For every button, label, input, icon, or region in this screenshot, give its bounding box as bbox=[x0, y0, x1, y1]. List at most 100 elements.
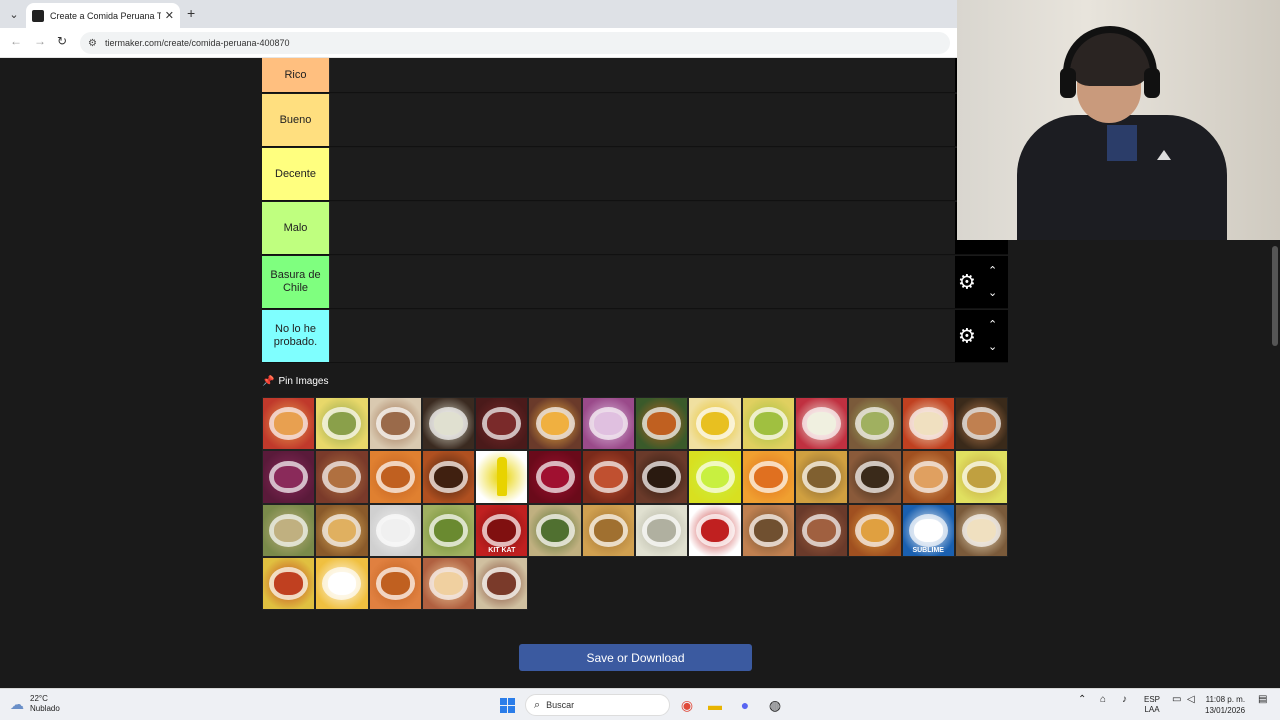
food-image-tile[interactable] bbox=[368, 503, 422, 557]
food-image-tile[interactable] bbox=[421, 397, 476, 451]
weather-desc: Nublado bbox=[30, 704, 60, 713]
tier-label[interactable]: Malo bbox=[262, 202, 329, 254]
food-image-tile[interactable] bbox=[901, 397, 955, 451]
food-image-tile[interactable]: KIT KAT bbox=[475, 503, 529, 557]
food-image-tile[interactable] bbox=[635, 450, 689, 504]
food-image-tile[interactable] bbox=[635, 503, 689, 557]
tier-drop-zone[interactable] bbox=[329, 202, 955, 254]
food-image-tile[interactable]: SUBLIME bbox=[901, 503, 955, 557]
food-image-tile[interactable] bbox=[848, 503, 902, 557]
chevron-down-icon[interactable]: ⌄ bbox=[988, 286, 997, 299]
tier-label[interactable]: Decente bbox=[262, 148, 329, 200]
tier-drop-zone[interactable] bbox=[329, 256, 955, 308]
food-image-tile[interactable] bbox=[794, 450, 849, 504]
obs-icon[interactable]: ◍ bbox=[765, 695, 785, 715]
reload-icon[interactable]: ↻ bbox=[57, 34, 67, 48]
food-image-tile[interactable] bbox=[741, 397, 795, 451]
tab-search-dropdown-icon[interactable]: ⌄ bbox=[4, 4, 24, 24]
food-image-tile[interactable] bbox=[635, 397, 689, 451]
food-image-tile[interactable] bbox=[794, 503, 849, 557]
food-image-tile[interactable] bbox=[688, 503, 742, 557]
dish-image bbox=[540, 518, 570, 542]
tab-active[interactable]: Create a Comida Peruana Tier L ✕ bbox=[26, 3, 180, 28]
tier-label[interactable]: Rico bbox=[262, 58, 329, 92]
food-image-tile[interactable] bbox=[315, 450, 369, 504]
food-image-tile[interactable] bbox=[262, 556, 316, 611]
food-image-tile[interactable] bbox=[581, 450, 636, 504]
food-image-tile[interactable] bbox=[475, 556, 529, 611]
network-icon[interactable]: ⌂ bbox=[1100, 695, 1106, 705]
notifications-icon[interactable]: ▤ bbox=[1258, 695, 1267, 705]
food-image-tile[interactable] bbox=[954, 397, 1009, 451]
food-image-tile[interactable] bbox=[741, 450, 795, 504]
microphone-icon[interactable]: ♪ bbox=[1122, 695, 1127, 705]
taskbar-search[interactable]: ⌕ Buscar bbox=[525, 694, 670, 716]
chevron-down-icon[interactable]: ⌄ bbox=[988, 340, 997, 353]
chevron-up-icon[interactable]: ⌃ bbox=[988, 264, 997, 277]
food-image-tile[interactable] bbox=[262, 503, 316, 557]
weather-widget[interactable]: ☁ 22°C Nublado bbox=[10, 694, 60, 714]
food-image-tile[interactable] bbox=[421, 503, 476, 557]
food-image-tile[interactable] bbox=[954, 450, 1009, 504]
food-image-tile[interactable] bbox=[368, 450, 422, 504]
gear-icon[interactable]: ⚙ bbox=[958, 324, 976, 349]
new-tab-icon[interactable]: + bbox=[187, 5, 195, 21]
food-image-tile[interactable] bbox=[421, 556, 476, 611]
food-image-tile[interactable] bbox=[528, 450, 582, 504]
food-image-tile[interactable] bbox=[262, 450, 316, 504]
scroll-thumb[interactable] bbox=[1272, 246, 1278, 346]
food-image-tile[interactable] bbox=[794, 397, 849, 451]
tier-drop-zone[interactable] bbox=[329, 148, 955, 200]
site-info-icon[interactable]: ⚙ bbox=[88, 38, 97, 49]
back-icon[interactable]: ← bbox=[10, 34, 22, 48]
food-image-tile[interactable] bbox=[741, 503, 795, 557]
tray-overflow-icon[interactable]: ⌃ bbox=[1078, 695, 1086, 705]
food-image-tile[interactable] bbox=[475, 450, 529, 504]
tier-label[interactable]: Basura de Chile bbox=[262, 256, 329, 308]
wifi-icon[interactable]: ▭ bbox=[1172, 695, 1181, 705]
tier-label[interactable]: No lo he probado. bbox=[262, 310, 329, 362]
food-image-tile[interactable] bbox=[475, 397, 529, 451]
food-image-tile[interactable] bbox=[315, 503, 369, 557]
pin-images-toggle[interactable]: 📌 Pin Images bbox=[262, 376, 328, 387]
chrome-icon[interactable]: ◉ bbox=[677, 695, 697, 715]
food-image-tile[interactable] bbox=[528, 397, 582, 451]
tier-label[interactable]: Bueno bbox=[262, 94, 329, 146]
food-image-tile[interactable] bbox=[688, 450, 742, 504]
food-image-tile[interactable] bbox=[262, 397, 316, 451]
food-image-tile[interactable] bbox=[368, 556, 422, 611]
dish-image bbox=[274, 465, 303, 489]
windows-start-icon[interactable] bbox=[497, 695, 517, 715]
file-explorer-icon[interactable]: ▬ bbox=[705, 695, 725, 715]
forward-icon[interactable]: → bbox=[34, 34, 46, 48]
food-image-tile[interactable] bbox=[954, 503, 1009, 557]
address-bar[interactable]: ⚙ tiermaker.com/create/comida-peruana-40… bbox=[80, 32, 950, 54]
food-image-tile[interactable] bbox=[581, 503, 636, 557]
image-pool: KIT KAT SUBLIME bbox=[262, 397, 1009, 611]
food-image-tile[interactable] bbox=[368, 397, 422, 451]
gear-icon[interactable]: ⚙ bbox=[958, 270, 976, 295]
food-image-tile[interactable] bbox=[848, 397, 902, 451]
volume-icon[interactable]: ◁ bbox=[1187, 695, 1195, 705]
food-image-tile[interactable] bbox=[581, 397, 636, 451]
food-image-tile[interactable] bbox=[421, 450, 476, 504]
dish-image bbox=[380, 572, 410, 595]
tier-drop-zone[interactable] bbox=[329, 94, 955, 146]
food-image-tile[interactable] bbox=[901, 450, 955, 504]
dish-image bbox=[487, 572, 517, 595]
close-tab-icon[interactable]: ✕ bbox=[165, 9, 174, 22]
chevron-up-icon[interactable]: ⌃ bbox=[988, 318, 997, 331]
food-image-tile[interactable] bbox=[848, 450, 902, 504]
tier-drop-zone[interactable] bbox=[329, 310, 955, 362]
save-download-button[interactable]: Save or Download bbox=[519, 644, 752, 671]
food-image-tile[interactable] bbox=[688, 397, 742, 451]
food-image-tile[interactable] bbox=[528, 503, 582, 557]
food-image-tile[interactable] bbox=[315, 397, 369, 451]
dish-image bbox=[434, 465, 463, 489]
scrollbar[interactable] bbox=[1270, 240, 1280, 688]
tier-drop-zone[interactable] bbox=[329, 58, 955, 92]
language-indicator[interactable]: ESP LAA bbox=[1144, 695, 1160, 715]
food-image-tile[interactable] bbox=[315, 556, 369, 611]
clock[interactable]: 11:08 p. m. 13/01/2026 bbox=[1205, 694, 1245, 716]
discord-icon[interactable]: ● bbox=[735, 695, 755, 715]
